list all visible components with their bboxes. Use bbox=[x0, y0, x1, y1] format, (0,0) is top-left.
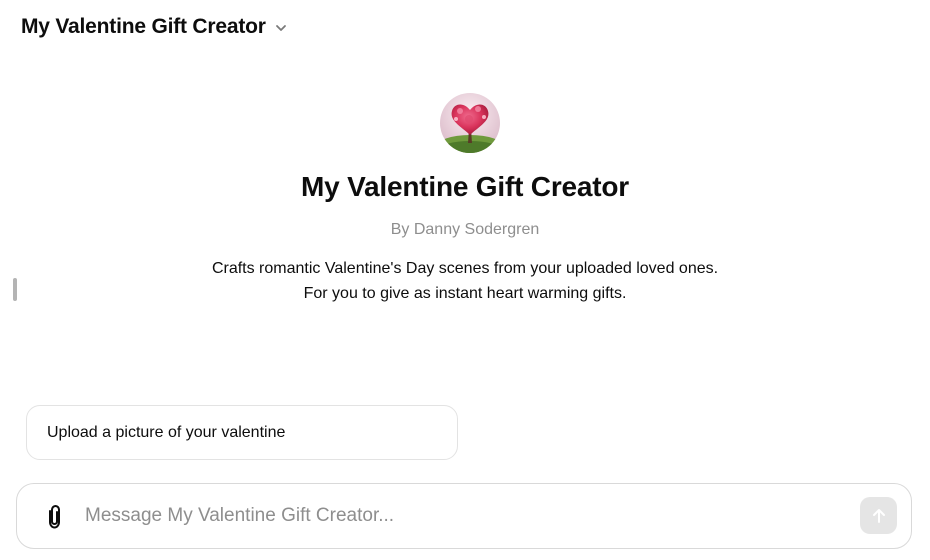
arrow-up-icon bbox=[872, 508, 885, 523]
gpt-switcher[interactable]: My Valentine Gift Creator bbox=[21, 12, 288, 42]
message-composer bbox=[16, 483, 912, 549]
gpt-avatar bbox=[440, 93, 500, 153]
heart-tree-avatar-image bbox=[440, 93, 500, 153]
gpt-author: By Danny Sodergren bbox=[390, 221, 540, 238]
gpt-description: Crafts romantic Valentine's Day scenes f… bbox=[0, 256, 930, 306]
paperclip-icon[interactable] bbox=[41, 503, 67, 531]
gpt-description-line: For you to give as instant heart warming… bbox=[303, 285, 627, 302]
gpt-description-line: Crafts romantic Valentine's Day scenes f… bbox=[211, 260, 719, 277]
gpt-name: My Valentine Gift Creator bbox=[301, 171, 629, 202]
chevron-down-icon bbox=[275, 25, 286, 31]
message-input[interactable] bbox=[85, 501, 845, 531]
send-button[interactable] bbox=[860, 497, 897, 534]
header-title: My Valentine Gift Creator bbox=[21, 15, 266, 38]
conversation-starter-button[interactable]: Upload a picture of your valentine bbox=[26, 405, 458, 460]
conversation-starter-label: Upload a picture of your valentine bbox=[47, 423, 286, 441]
